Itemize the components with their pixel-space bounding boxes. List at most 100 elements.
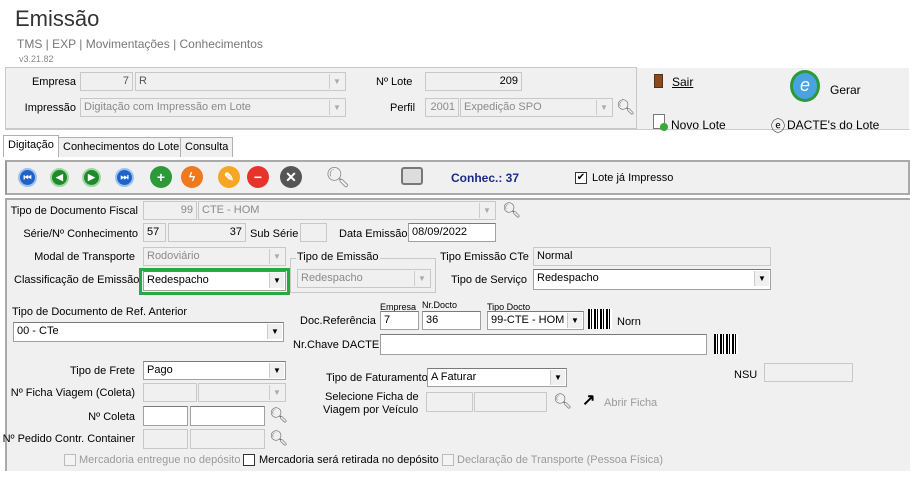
dactes-button[interactable]: DACTE's do Lote (787, 118, 879, 132)
coleta-field-2[interactable] (190, 406, 265, 426)
empresa-name: R (139, 75, 147, 87)
entregue-checkbox[interactable] (64, 454, 76, 466)
novo-lote-button[interactable]: Novo Lote (671, 118, 726, 132)
frete-select[interactable]: Pago ▼ (143, 361, 286, 380)
tipo-servico-value: Redespacho (537, 272, 599, 284)
chevron-down-icon: ▼ (269, 249, 284, 264)
docref-nr-field[interactable]: 36 (422, 311, 481, 330)
chevron-down-icon: ▼ (414, 271, 429, 286)
coleta-field-1[interactable] (143, 406, 188, 426)
edit-icon[interactable]: ✎ (218, 166, 240, 188)
ref-anterior-select[interactable]: 00 - CTe ▼ (13, 322, 284, 342)
tipo-servico-label: Tipo de Serviço (450, 274, 527, 286)
tab-conhecimentos-lote[interactable]: Conhecimentos do Lote (58, 137, 181, 157)
ref-anterior-value: 00 - CTe (17, 325, 59, 337)
ref-anterior-label: Tipo de Documento de Ref. Anterior (12, 306, 188, 318)
docref-empresa-field[interactable]: 7 (380, 311, 419, 330)
page-title: Emissão (15, 6, 100, 31)
modal-value: Rodoviário (147, 250, 200, 262)
perfil-code-field[interactable]: 2001 (425, 98, 459, 117)
docref-tipo-select[interactable]: 99-CTE - HOM ▼ (487, 311, 584, 330)
faturamento-select[interactable]: A Faturar ▼ (427, 368, 567, 387)
nsu-field[interactable] (764, 363, 853, 382)
classificacao-select[interactable]: Redespacho ▼ (143, 271, 286, 291)
mdfe-logo-icon: e (790, 70, 820, 102)
tipo-emissao-group-label: Tipo de Emissão (296, 251, 380, 263)
empresa-code-field[interactable]: 7 (80, 72, 133, 91)
first-record-icon[interactable]: ⏮ (18, 168, 37, 187)
empresa-select[interactable]: R ▼ (135, 72, 346, 91)
tipo-emissao-cte-field[interactable]: Normal (533, 247, 771, 266)
sub-serie-field[interactable] (300, 223, 327, 242)
external-link-icon[interactable]: ↗ (582, 390, 595, 410)
pedido-field-1[interactable] (143, 429, 188, 449)
pedido-field-2[interactable] (190, 429, 265, 449)
ficha-label: Nº Ficha Viagem (Coleta) (10, 387, 135, 399)
barcode-icon[interactable] (588, 309, 612, 329)
cancel-icon[interactable]: ✕ (280, 166, 302, 188)
chevron-down-icon: ▼ (269, 273, 284, 288)
e-icon: ⓔ (771, 118, 785, 134)
lote-label: Nº Lote (376, 76, 413, 88)
chevron-down-icon: ▼ (329, 100, 344, 115)
tab-consulta[interactable]: Consulta (180, 137, 233, 157)
search-icon[interactable]: 🔍︎ (269, 429, 288, 447)
modal-select[interactable]: Rodoviário ▼ (143, 247, 286, 266)
retirada-checkbox[interactable] (243, 454, 255, 466)
impressao-label: Impressão (24, 102, 76, 114)
pedido-label: Nº Pedido Contr. Container (2, 433, 135, 445)
chave-label: Nr.Chave DACTE (293, 339, 380, 351)
tipo-emissao-select[interactable]: Redespacho ▼ (297, 269, 431, 288)
declaracao-checkbox[interactable] (442, 454, 454, 466)
tipo-servico-select[interactable]: Redespacho ▼ (533, 269, 771, 290)
tipo-doc-fiscal-select[interactable]: CTE - HOM ▼ (198, 201, 496, 220)
lote-impresso-checkbox[interactable]: ✔ (575, 172, 587, 184)
chevron-down-icon: ▼ (596, 100, 611, 115)
gerar-button[interactable]: Gerar (830, 83, 861, 97)
sel-ficha-label-2: Viagem por Veículo (323, 404, 419, 416)
search-icon[interactable]: 🔍︎ (616, 98, 635, 116)
search-icon[interactable]: 🔍︎ (502, 201, 521, 219)
breadcrumb: TMS | EXP | Movimentações | Conhecimento… (17, 37, 263, 51)
version: v3.21.82 (19, 54, 54, 64)
lote-field[interactable]: 209 (425, 72, 522, 91)
faturamento-value: A Faturar (431, 371, 477, 383)
search-icon[interactable]: 🔍︎ (269, 406, 288, 424)
chevron-down-icon: ▼ (269, 385, 284, 400)
perfil-select[interactable]: Expedição SPO ▼ (460, 98, 613, 117)
tab-digitacao[interactable]: Digitação (3, 135, 59, 157)
printer-icon[interactable] (401, 167, 423, 185)
lightning-icon[interactable]: ϟ (181, 166, 203, 188)
sel-ficha-field-1[interactable] (426, 392, 473, 412)
data-emissao-label: Data Emissão (339, 228, 408, 240)
previous-record-icon[interactable]: ◀ (50, 168, 69, 187)
ficha-field[interactable] (143, 383, 197, 402)
next-record-icon[interactable]: ▶ (82, 168, 101, 187)
empresa-label: Empresa (31, 76, 76, 88)
numero-field[interactable]: 37 (168, 223, 246, 242)
barcode-icon[interactable] (714, 334, 738, 354)
sair-button[interactable]: Sair (672, 75, 693, 89)
chevron-down-icon: ▼ (567, 313, 582, 328)
ficha-select[interactable]: ▼ (198, 383, 286, 402)
add-icon[interactable]: + (150, 166, 172, 188)
search-icon[interactable]: 🔍︎ (553, 392, 572, 410)
coleta-label: Nº Coleta (88, 411, 135, 423)
impressao-select[interactable]: Digitação com Impressão em Lote ▼ (80, 98, 346, 117)
impressao-value: Digitação com Impressão em Lote (84, 101, 251, 113)
tipo-emissao-cte-label: Tipo Emissão CTe (440, 251, 529, 263)
entregue-label: Mercadoria entregue no depósito (79, 454, 241, 466)
serie-field[interactable]: 57 (143, 223, 166, 242)
tipo-doc-fiscal-label: Tipo de Documento Fiscal (10, 205, 138, 217)
sel-ficha-field-2[interactable] (474, 392, 547, 412)
chevron-down-icon: ▼ (329, 74, 344, 89)
data-emissao-field[interactable]: 08/09/2022 (408, 223, 496, 242)
classificacao-label: Classificação de Emissão (14, 274, 140, 286)
tipo-doc-fiscal-code[interactable]: 99 (143, 201, 197, 220)
search-icon[interactable]: 🔍︎ (325, 165, 350, 190)
chave-field[interactable] (380, 334, 707, 355)
tipo-emissao-value: Redespacho (301, 272, 363, 284)
remove-icon[interactable]: − (247, 166, 269, 188)
last-record-icon[interactable]: ⏭ (115, 168, 134, 187)
abrir-ficha-button[interactable]: Abrir Ficha (604, 397, 657, 409)
